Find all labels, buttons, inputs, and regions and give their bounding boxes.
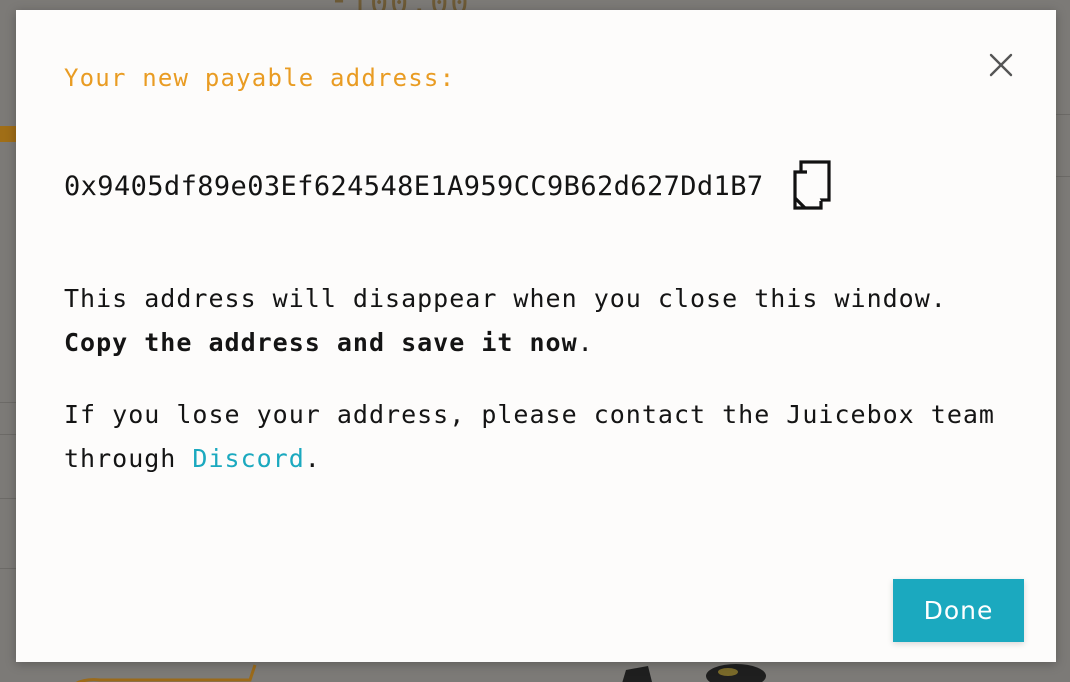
background-divider [0, 434, 16, 435]
background-divider [0, 402, 16, 403]
payable-address[interactable]: 0x9405df89e03Ef624548E1A959CC9B62d627Dd1… [64, 171, 764, 202]
close-icon[interactable] [986, 50, 1016, 80]
warning-end: . [577, 328, 594, 357]
warning-text: This address will disappear when you clo… [64, 284, 947, 313]
background-divider [0, 568, 16, 569]
background-mascot [622, 664, 766, 682]
warning-bold-text: Copy the address and save it now [64, 328, 578, 357]
background-divider [0, 498, 16, 499]
help-paragraph: If you lose your address, please contact… [64, 393, 1024, 481]
done-button[interactable]: Done [893, 579, 1024, 642]
discord-link[interactable]: Discord [192, 444, 304, 473]
modal-title: Your new payable address: [64, 64, 456, 92]
copy-icon[interactable] [790, 160, 832, 212]
warning-paragraph: This address will disappear when you clo… [64, 277, 1024, 365]
payable-address-modal: Your new payable address: 0x9405df89e03E… [16, 10, 1056, 662]
help-end: . [304, 444, 321, 473]
address-row: 0x9405df89e03Ef624548E1A959CC9B62d627Dd1… [64, 160, 832, 212]
background-illustration [75, 664, 257, 682]
background-divider [1056, 176, 1070, 177]
background-divider [1056, 114, 1070, 115]
